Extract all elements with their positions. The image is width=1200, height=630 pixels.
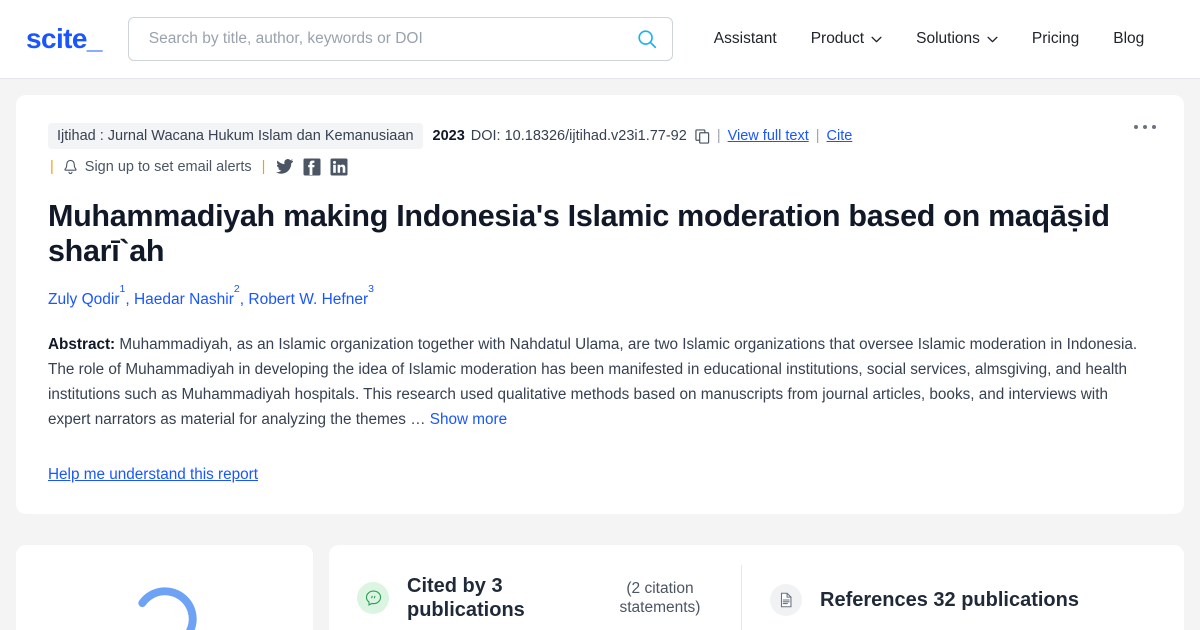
- abstract-body: Muhammadiyah, as an Islamic organization…: [48, 336, 1138, 429]
- meta-separator: |: [716, 128, 721, 144]
- meta-separator: |: [815, 128, 820, 144]
- nav-item-assistant[interactable]: Assistant: [697, 22, 794, 56]
- chevron-down-icon: [871, 36, 882, 42]
- chevron-down-icon: [987, 36, 998, 42]
- cite-link[interactable]: Cite: [827, 128, 853, 144]
- nav-item-blog[interactable]: Blog: [1096, 22, 1161, 56]
- kebab-dot: [1143, 125, 1147, 129]
- twitter-icon[interactable]: [276, 158, 294, 176]
- show-more-link[interactable]: Show more: [430, 411, 507, 428]
- bell-icon[interactable]: [63, 159, 78, 176]
- author-list: Zuly Qodir1, Haedar Nashir2, Robert W. H…: [48, 283, 374, 309]
- abstract-text: Abstract: Muhammadiyah, as an Islamic or…: [48, 333, 1144, 433]
- nav-label-pricing: Pricing: [1031, 30, 1080, 47]
- copy-icon[interactable]: [695, 128, 710, 144]
- author-link-1[interactable]: Zuly Qodir1: [48, 283, 125, 309]
- email-alerts-label[interactable]: Sign up to set email alerts: [85, 159, 252, 175]
- journal-name[interactable]: Ijtihad : Jurnal Wacana Hukum Islam dan …: [48, 123, 423, 149]
- tab-cited-by[interactable]: Cited by 3 publications (2 citation stat…: [329, 545, 741, 630]
- tab-cited-by-sublabel: (2 citation statements): [619, 580, 701, 617]
- author-affiliation-marker: 2: [233, 283, 240, 296]
- help-me-understand-link[interactable]: Help me understand this report: [48, 466, 258, 484]
- search-icon[interactable]: [636, 28, 658, 50]
- social-share-group: [276, 158, 348, 176]
- facebook-icon[interactable]: [303, 158, 321, 176]
- author-link-3[interactable]: Robert W. Hefner3: [248, 283, 374, 309]
- document-icon: [770, 583, 802, 616]
- metrics-loading-panel: [16, 544, 313, 630]
- search-input[interactable]: [146, 29, 636, 49]
- linkedin-icon[interactable]: [330, 158, 348, 176]
- author-affiliation-marker: 1: [119, 283, 126, 296]
- nav-item-product[interactable]: Product: [794, 22, 899, 56]
- page-body: Ijtihad : Jurnal Wacana Hukum Islam dan …: [0, 79, 1200, 530]
- abstract-label: Abstract:: [48, 336, 116, 354]
- bottom-panels: Cited by 3 publications (2 citation stat…: [0, 544, 1200, 630]
- tab-references[interactable]: References 32 publications: [742, 545, 1105, 630]
- citation-quote-icon: [357, 582, 389, 615]
- loading-spinner-icon: [133, 587, 197, 630]
- nav-label-blog: Blog: [1113, 30, 1145, 47]
- kebab-dot: [1152, 125, 1156, 129]
- view-full-text-link[interactable]: View full text: [728, 128, 809, 144]
- doi-label: DOI: 10.18326/ijtihad.v23i1.77-92: [470, 128, 687, 144]
- author-link-2[interactable]: Haedar Nashir2: [133, 283, 240, 309]
- email-alerts-row: | Sign up to set email alerts |: [48, 158, 1152, 176]
- nav-label-solutions: Solutions: [916, 30, 980, 47]
- tab-references-label: References 32 publications: [820, 588, 1079, 611]
- author-name: Robert W. Hefner: [248, 291, 369, 309]
- scite-logo[interactable]: scite_: [26, 23, 102, 55]
- author-affiliation-marker: 3: [368, 283, 374, 296]
- nav-label-product: Product: [810, 30, 865, 47]
- author-name: Zuly Qodir: [48, 291, 120, 309]
- site-header: scite_ Assistant Product Solutions Prici…: [0, 0, 1200, 79]
- publication-meta-row: Ijtihad : Jurnal Wacana Hukum Islam dan …: [48, 123, 1152, 149]
- main-nav: Assistant Product Solutions Pricing Blog: [697, 22, 1162, 56]
- nav-item-pricing[interactable]: Pricing: [1015, 22, 1096, 56]
- publication-card: Ijtihad : Jurnal Wacana Hukum Islam dan …: [16, 95, 1184, 514]
- more-options-icon[interactable]: [1130, 121, 1160, 133]
- publication-tabs: Cited by 3 publications (2 citation stat…: [329, 544, 1184, 630]
- tab-cited-by-label: Cited by 3 publications: [407, 575, 525, 622]
- author-name: Haedar Nashir: [133, 291, 234, 309]
- nav-label-assistant: Assistant: [713, 30, 777, 47]
- alerts-right-bar: |: [261, 159, 266, 175]
- publication-year: 2023: [432, 128, 465, 144]
- kebab-dot: [1134, 125, 1138, 129]
- page-title: Muhammadiyah making Indonesia's Islamic …: [48, 199, 1110, 269]
- nav-item-solutions[interactable]: Solutions: [899, 22, 1015, 56]
- search-box[interactable]: [127, 17, 673, 61]
- alerts-left-bar: |: [50, 159, 54, 175]
